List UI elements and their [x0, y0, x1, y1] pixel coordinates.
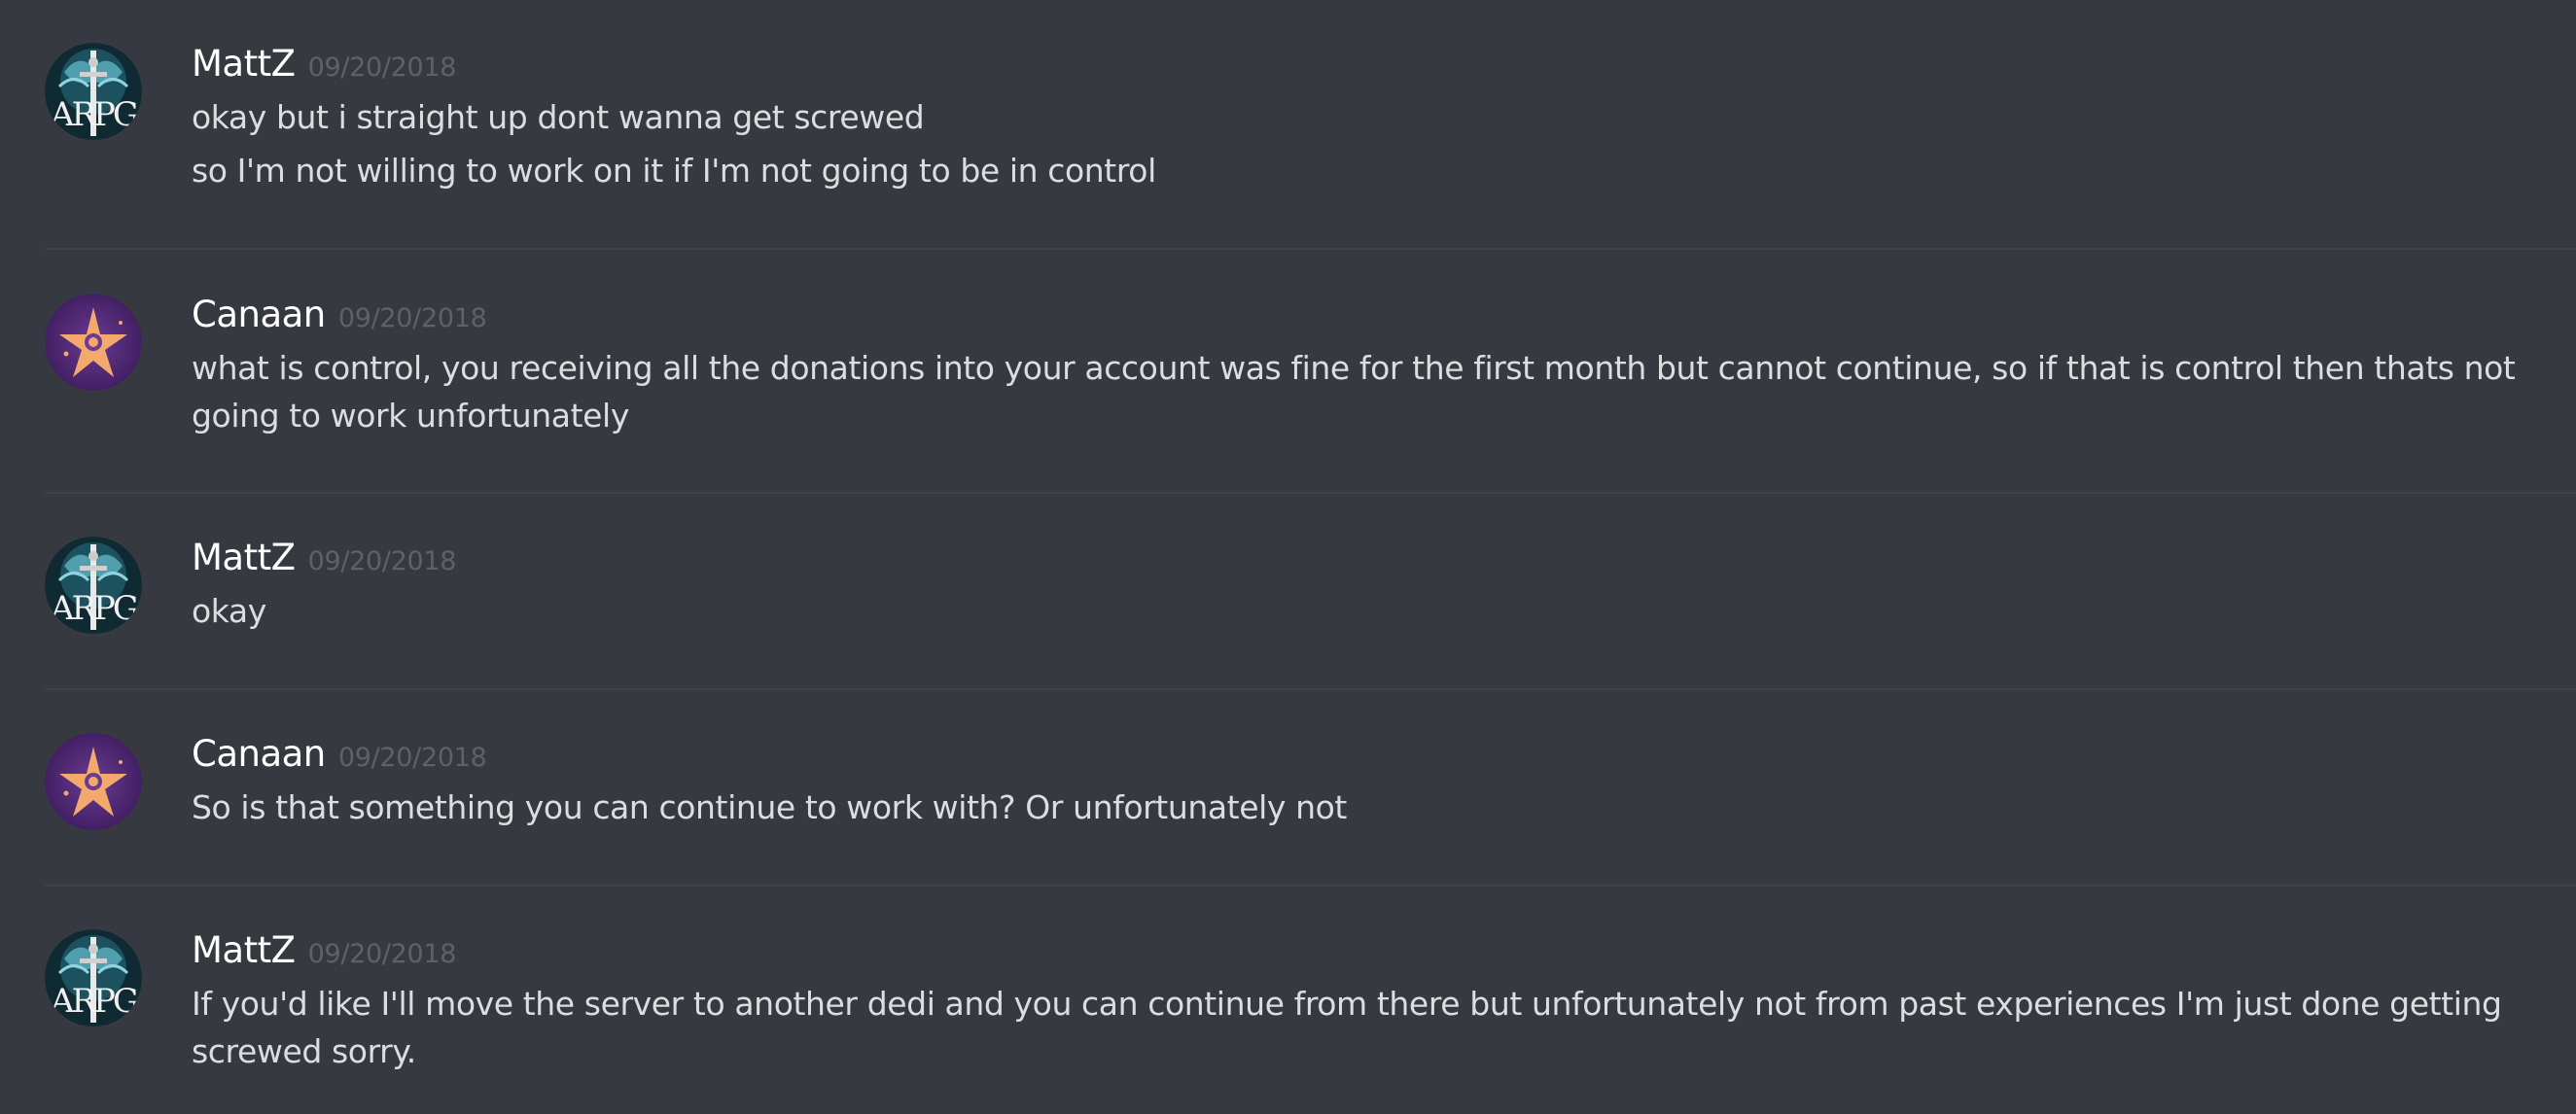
username[interactable]: MattZ — [192, 929, 296, 971]
avatar-logo-text: ARPG — [50, 589, 137, 628]
timestamp[interactable]: 09/20/2018 — [338, 303, 487, 333]
message-text: If you'd like I'll move the server to an… — [192, 985, 2502, 1070]
message-content: MattZ 09/20/2018 If you'd like I'll move… — [192, 929, 2537, 1075]
message-text: okay — [192, 592, 266, 630]
message-content: Canaan 09/20/2018 So is that something y… — [192, 733, 2537, 831]
avatar[interactable]: ARPG — [45, 929, 142, 1027]
avatar[interactable] — [45, 294, 142, 391]
chat-message-list[interactable]: ARPG MattZ 09/20/2018 okay but i straigh… — [0, 0, 2576, 1114]
purple-star-avatar-icon — [45, 294, 142, 391]
avatar-logo-text: ARPG — [50, 982, 137, 1021]
message-divider — [45, 688, 2576, 690]
message-text: So is that something you can continue to… — [192, 788, 1347, 826]
avatar[interactable] — [45, 733, 142, 830]
message-content: Canaan 09/20/2018 what is control, you r… — [192, 294, 2537, 439]
timestamp[interactable]: 09/20/2018 — [308, 939, 457, 969]
avatar[interactable]: ARPG — [45, 537, 142, 634]
purple-star-avatar-icon — [45, 733, 142, 830]
timestamp[interactable]: 09/20/2018 — [338, 743, 487, 773]
message-header: MattZ 09/20/2018 — [192, 537, 2537, 587]
avatar-logo-text: ARPG — [50, 95, 137, 134]
message-content: MattZ 09/20/2018 okay but i straight up … — [192, 43, 2537, 194]
message-divider — [45, 248, 2576, 250]
message-content: MattZ 09/20/2018 okay — [192, 537, 2537, 635]
username[interactable]: MattZ — [192, 43, 296, 85]
message-divider — [45, 492, 2576, 494]
timestamp[interactable]: 09/20/2018 — [308, 52, 457, 83]
message-text: okay but i straight up dont wanna get sc… — [192, 98, 925, 136]
message-text: what is control, you receiving all the d… — [192, 349, 2516, 435]
message-header: Canaan 09/20/2018 — [192, 733, 2537, 783]
message-header: Canaan 09/20/2018 — [192, 294, 2537, 344]
message-header: MattZ 09/20/2018 — [192, 929, 2537, 980]
sword-emblem-avatar-icon: ARPG — [45, 43, 142, 140]
message-divider — [45, 885, 2576, 887]
avatar[interactable]: ARPG — [45, 43, 142, 140]
message-text: so I'm not willing to work on it if I'm … — [192, 152, 1156, 190]
username[interactable]: MattZ — [192, 537, 296, 578]
message-header: MattZ 09/20/2018 — [192, 43, 2537, 93]
sword-emblem-avatar-icon: ARPG — [45, 537, 142, 634]
username[interactable]: Canaan — [192, 294, 326, 335]
sword-emblem-avatar-icon: ARPG — [45, 929, 142, 1027]
username[interactable]: Canaan — [192, 733, 326, 775]
timestamp[interactable]: 09/20/2018 — [308, 546, 457, 576]
